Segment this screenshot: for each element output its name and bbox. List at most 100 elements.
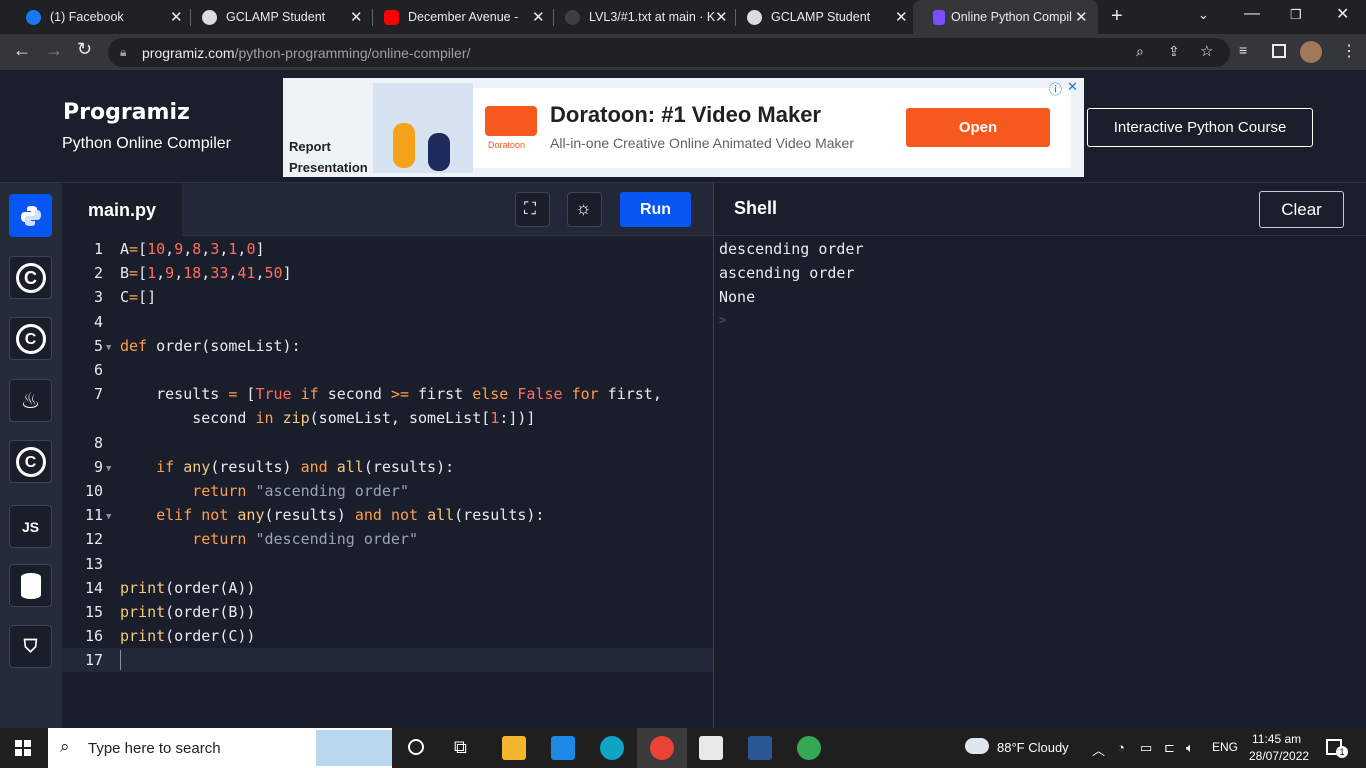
run-button[interactable]: Run — [620, 192, 691, 227]
clock-time[interactable]: 11:45 am — [1252, 732, 1301, 746]
line-number: 3 — [93, 288, 103, 306]
ad-open-button[interactable]: Open — [906, 108, 1050, 147]
clear-button[interactable]: Clear — [1259, 191, 1344, 228]
back-icon[interactable]: ← — [13, 40, 31, 61]
file-tab-main-py[interactable]: main.py — [62, 183, 182, 236]
close-icon[interactable]: ✕ — [895, 8, 908, 26]
theme-toggle-button[interactable]: ☼ — [567, 192, 602, 227]
cloud-icon — [965, 738, 989, 754]
ad-banner[interactable]: Report Presentation Doratoon Doratoon: #… — [283, 78, 1084, 177]
programiz-logo[interactable]: Programiz — [63, 100, 190, 125]
chrome-icon-2[interactable] — [797, 736, 821, 760]
network-icon[interactable]: ⊏ — [1164, 740, 1175, 756]
restore-icon[interactable]: ❐ — [1290, 7, 1302, 23]
tray-chevron-icon[interactable]: ︿ — [1092, 740, 1105, 759]
tab-label: GCLAMP Student — [226, 10, 326, 24]
clock-date[interactable]: 28/07/2022 — [1249, 749, 1309, 763]
browser-tab-gclamp-2[interactable]: GCLAMP Student ✕ — [727, 0, 915, 34]
browser-menu-icon[interactable]: ⋮ — [1341, 41, 1357, 61]
browser-toolbar: ← → ↻ 🔒︎ programiz.com/python-programmin… — [0, 34, 1366, 70]
fold-arrow-icon[interactable]: ▼ — [106, 343, 111, 353]
url-path: /python-programming/online-compiler/ — [234, 45, 471, 61]
search-highlight-image — [316, 730, 392, 766]
forward-icon[interactable]: → — [45, 40, 63, 61]
ad-close-icon[interactable]: ✕ — [1067, 79, 1078, 95]
youtube-icon — [384, 10, 399, 25]
browser-tab-programiz[interactable]: Online Python Compil ✕ — [913, 0, 1098, 34]
language-indicator[interactable]: ENG — [1212, 740, 1238, 754]
profile-avatar[interactable] — [1300, 41, 1322, 63]
code-line-12: return "descending order" — [192, 530, 419, 548]
minimize-icon[interactable]: — — [1244, 5, 1260, 23]
tab-search-icon[interactable]: ⌄ — [1198, 7, 1209, 23]
mail-icon[interactable] — [551, 736, 575, 760]
browser-tab-gclamp-1[interactable]: GCLAMP Student ✕ — [182, 0, 368, 34]
wifi-icon[interactable]: ◔ — [1117, 740, 1125, 755]
line-number: 7 — [93, 385, 103, 403]
c-language-button[interactable]: C — [9, 256, 52, 299]
bookmark-star-icon[interactable]: ☆ — [1200, 42, 1213, 60]
reload-icon[interactable]: ↻ — [77, 39, 92, 60]
python-language-button[interactable] — [9, 194, 52, 237]
cpp-language-button[interactable]: C — [9, 317, 52, 360]
js-icon: JS — [21, 518, 40, 535]
fold-arrow-icon[interactable]: ▼ — [106, 464, 111, 474]
store-icon[interactable] — [699, 736, 723, 760]
code-line-14: print(order(A)) — [120, 579, 256, 597]
notification-count-badge: 1 — [1336, 746, 1348, 758]
share-icon[interactable]: ⇪ — [1168, 43, 1180, 60]
edge-icon[interactable] — [600, 736, 624, 760]
battery-icon[interactable]: ▭ — [1140, 740, 1152, 756]
code-line-1: A=[10,9,8,3,1,0] — [120, 240, 265, 258]
close-icon[interactable]: ✕ — [715, 8, 728, 26]
close-icon[interactable]: ✕ — [532, 8, 545, 26]
java-language-button[interactable]: ♨ — [9, 379, 52, 422]
file-explorer-icon[interactable] — [502, 736, 526, 760]
cortana-icon[interactable] — [408, 739, 424, 755]
language-sidebar: C C ♨ C JS ⛉ — [0, 183, 62, 728]
window-close-icon[interactable]: ✕ — [1336, 4, 1349, 24]
active-line-highlight — [62, 648, 713, 672]
search-icon: ⌕ — [60, 737, 70, 756]
cpp-icon: C — [15, 323, 46, 354]
new-tab-icon[interactable]: + — [1111, 5, 1123, 28]
shell-title: Shell — [734, 198, 778, 218]
volume-icon[interactable]: 🔈︎ — [1186, 740, 1194, 756]
zoom-icon[interactable]: ⌕ — [1136, 43, 1144, 60]
taskbar-search-box[interactable]: ⌕ Type here to search — [48, 728, 392, 768]
ad-description: All-in-one Creative Online Animated Vide… — [550, 135, 855, 151]
side-panel-icon[interactable] — [1272, 44, 1286, 58]
code-line-15: print(order(B)) — [120, 603, 256, 621]
address-bar[interactable]: 🔒︎ programiz.com/python-programming/onli… — [108, 38, 1230, 67]
windows-start-icon[interactable] — [15, 740, 31, 756]
javascript-language-button[interactable]: JS — [9, 505, 52, 548]
github-icon — [565, 10, 580, 25]
ad-info-icon[interactable]: ⓘ — [1049, 79, 1062, 98]
close-icon[interactable]: ✕ — [170, 8, 183, 26]
browser-tab-facebook[interactable]: (1) Facebook ✕ — [6, 0, 190, 34]
line-number: 6 — [93, 361, 103, 379]
task-view-icon[interactable]: ⧉ — [454, 737, 467, 758]
close-icon[interactable]: ✕ — [350, 8, 363, 26]
word-icon[interactable] — [748, 736, 772, 760]
media-control-icon[interactable]: ≡ — [1239, 42, 1247, 58]
line-number: 2 — [93, 264, 103, 282]
csharp-language-button[interactable]: C — [9, 440, 52, 483]
fold-arrow-icon[interactable]: ▼ — [106, 512, 111, 522]
globe-icon — [202, 10, 217, 25]
html-language-button[interactable]: ⛉ — [9, 625, 52, 668]
interactive-course-button[interactable]: Interactive Python Course — [1087, 108, 1313, 147]
close-icon[interactable]: ✕ — [1075, 8, 1088, 26]
fullscreen-button[interactable]: ⛶ — [515, 192, 550, 227]
sql-language-button[interactable] — [9, 564, 52, 607]
code-area[interactable]: 1 2 3 4 5 6 7 8 9 10 11 12 13 14 15 16 1… — [62, 236, 713, 728]
code-line-7-wrap: second in zip(someList, someList[1:])] — [120, 409, 536, 427]
weather-text[interactable]: 88°F Cloudy — [997, 740, 1069, 755]
browser-tab-github[interactable]: LVL3/#1.txt at main · K ✕ — [545, 0, 731, 34]
line-number: 11 — [84, 506, 103, 524]
programiz-icon — [933, 10, 945, 25]
url-domain: programiz.com — [142, 45, 235, 61]
browser-tab-youtube[interactable]: December Avenue - E ✕ — [364, 0, 548, 34]
java-icon: ♨ — [20, 387, 41, 413]
code-line-11: elif not any(results) and not all(result… — [156, 506, 545, 524]
